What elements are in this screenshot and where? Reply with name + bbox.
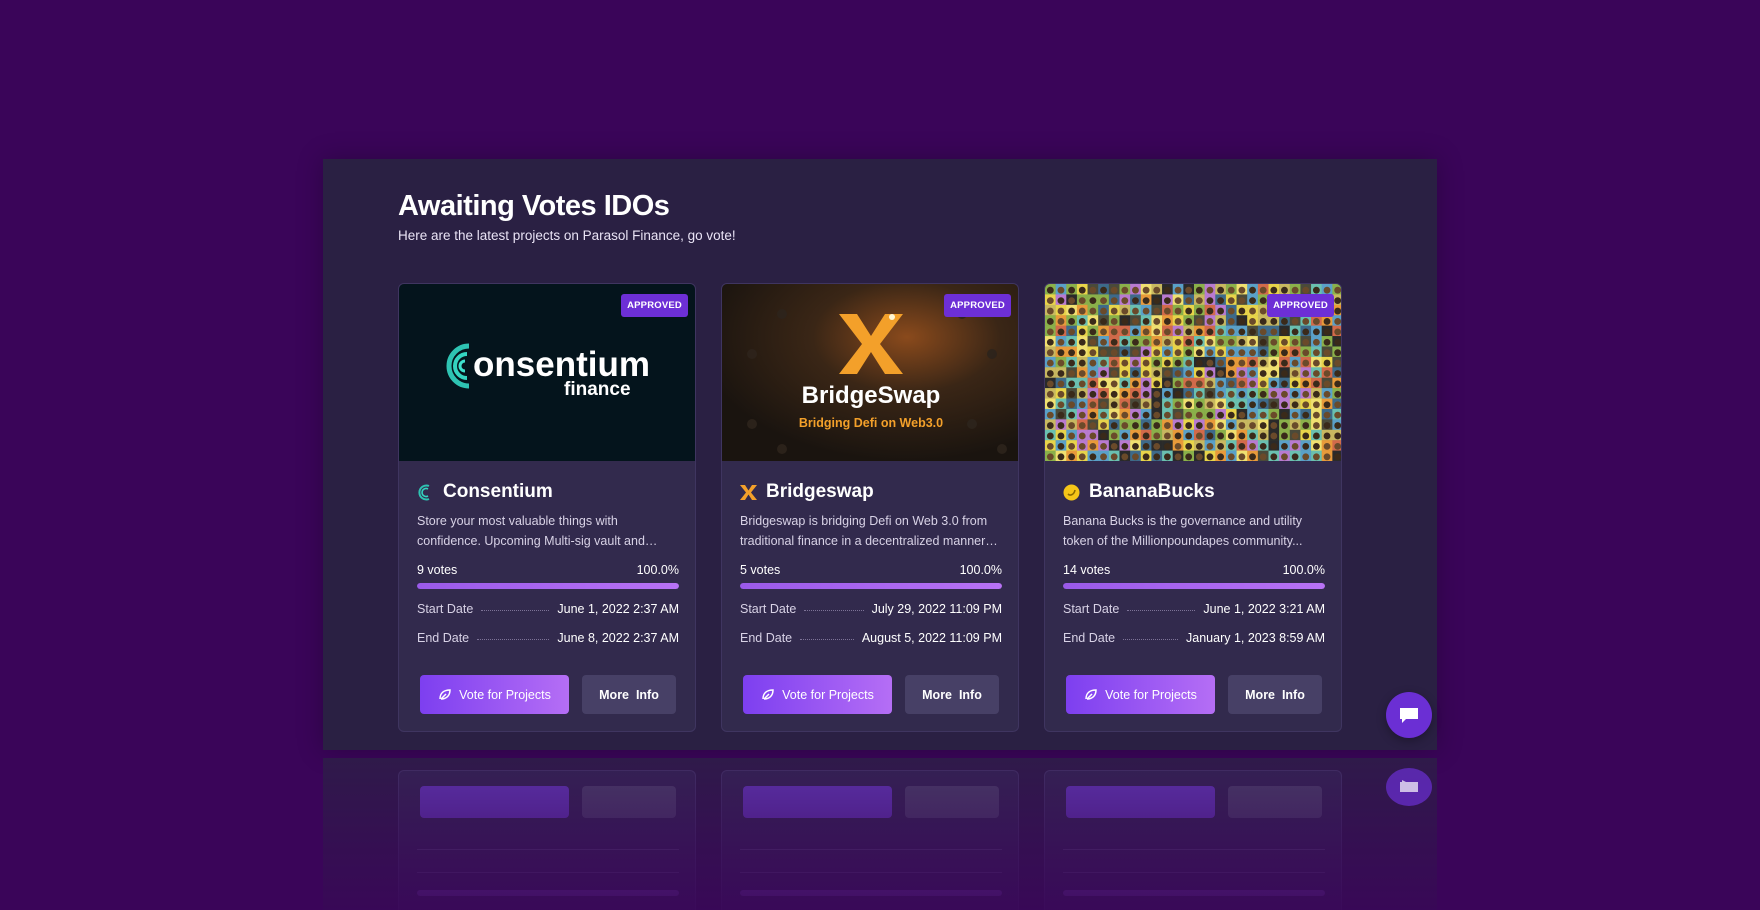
chat-button-reflection <box>1386 768 1432 806</box>
svg-text:finance: finance <box>564 379 631 400</box>
more-info-button[interactable]: More Info <box>905 675 999 714</box>
card-reflection <box>323 758 1437 910</box>
vote-percent: 100.0% <box>1282 563 1325 577</box>
project-header: Bridgeswap <box>740 481 874 503</box>
end-date-label: End Date <box>740 631 793 645</box>
vote-progress-bar <box>1063 583 1325 589</box>
parasol-icon <box>762 688 774 700</box>
awaiting-votes-section: Awaiting Votes IDOs Here are the latest … <box>323 159 1437 750</box>
more-info-button[interactable]: More Info <box>582 675 676 714</box>
reflection-fade <box>323 758 1437 910</box>
start-date-label: Start Date <box>1063 602 1120 616</box>
project-card[interactable]: BridgeSwap Bridging Defi on Web3.0 APPRO… <box>721 283 1019 732</box>
end-date-row: End Date August 5, 2022 11:09 PM <box>740 631 1002 645</box>
vote-percent: 100.0% <box>959 563 1002 577</box>
project-card[interactable]: onsentium finance APPROVED Consentium St… <box>398 283 696 732</box>
project-description: Store your most valuable things with con… <box>417 514 645 548</box>
project-header: Consentium <box>417 481 553 503</box>
more-info-button[interactable]: More Info <box>1228 675 1322 714</box>
vote-count: 5 votes <box>740 563 781 577</box>
section-subtitle: Here are the latest projects on Parasol … <box>398 228 736 243</box>
status-badge: APPROVED <box>621 294 688 317</box>
page: Awaiting Votes IDOs Here are the latest … <box>0 0 1760 910</box>
project-description: Bridgeswap is bridging Defi on Web 3.0 f… <box>740 514 988 548</box>
vote-button-label: Vote for Projects <box>459 687 551 702</box>
project-name: Bridgeswap <box>766 481 874 502</box>
end-date-row: End Date January 1, 2023 8:59 AM <box>1063 631 1325 645</box>
end-date-row: End Date June 8, 2022 2:37 AM <box>417 631 679 645</box>
vote-progress-bar <box>740 583 1002 589</box>
start-date-value: June 1, 2022 2:37 AM <box>557 602 679 616</box>
svg-text:Bridging Defi on Web3.0: Bridging Defi on Web3.0 <box>799 416 943 430</box>
vote-for-projects-button[interactable]: Vote for Projects <box>1066 675 1215 714</box>
start-date-label: Start Date <box>417 602 474 616</box>
votes-row: 9 votes 100.0% <box>417 563 679 577</box>
bridgeswap-logo-icon <box>740 484 757 501</box>
vote-progress-fill <box>417 583 679 589</box>
start-date-row: Start Date July 29, 2022 11:09 PM <box>740 602 1002 616</box>
chat-button[interactable] <box>1386 692 1432 738</box>
dotted-leader <box>804 609 864 611</box>
end-date-value: June 8, 2022 2:37 AM <box>557 631 679 645</box>
start-date-value: July 29, 2022 11:09 PM <box>871 602 1002 616</box>
start-date-row: Start Date June 1, 2022 2:37 AM <box>417 602 679 616</box>
vote-for-projects-button[interactable]: Vote for Projects <box>743 675 892 714</box>
end-date-value: January 1, 2023 8:59 AM <box>1186 631 1325 645</box>
project-card[interactable]: APPROVED BananaBucks Banana Bucks is the… <box>1044 283 1342 732</box>
start-date-value: June 1, 2022 3:21 AM <box>1203 602 1325 616</box>
section-title: Awaiting Votes IDOs <box>398 190 670 222</box>
chat-bubble-icon <box>1400 708 1418 723</box>
status-badge: APPROVED <box>944 294 1011 317</box>
vote-progress-bar <box>417 583 679 589</box>
vote-progress-fill <box>1063 583 1325 589</box>
vote-percent: 100.0% <box>636 563 679 577</box>
vote-button-label: Vote for Projects <box>1105 687 1197 702</box>
status-badge: APPROVED <box>1267 294 1334 317</box>
project-description: Banana Bucks is the governance and utili… <box>1063 514 1303 548</box>
project-banner-image: APPROVED <box>1045 284 1341 461</box>
votes-row: 5 votes 100.0% <box>740 563 1002 577</box>
svg-text:BridgeSwap: BridgeSwap <box>802 382 941 409</box>
vote-for-projects-button[interactable]: Vote for Projects <box>420 675 569 714</box>
end-date-value: August 5, 2022 11:09 PM <box>861 631 1002 645</box>
bananabucks-logo-icon <box>1063 484 1080 501</box>
dotted-leader <box>1123 638 1179 640</box>
project-banner-image: onsentium finance APPROVED <box>399 284 695 461</box>
dotted-leader <box>477 638 550 640</box>
dotted-leader <box>800 638 854 640</box>
project-name: Consentium <box>443 481 553 502</box>
dotted-leader <box>481 609 550 611</box>
votes-row: 14 votes 100.0% <box>1063 563 1325 577</box>
project-header: BananaBucks <box>1063 481 1215 503</box>
vote-count: 14 votes <box>1063 563 1111 577</box>
parasol-icon <box>439 688 451 700</box>
project-banner-image: BridgeSwap Bridging Defi on Web3.0 APPRO… <box>722 284 1018 461</box>
start-date-label: Start Date <box>740 602 797 616</box>
consentium-logo-icon <box>417 484 434 501</box>
parasol-icon <box>1085 688 1097 700</box>
end-date-label: End Date <box>1063 631 1116 645</box>
project-name: BananaBucks <box>1089 481 1215 502</box>
vote-progress-fill <box>740 583 1002 589</box>
dotted-leader <box>1127 609 1196 611</box>
vote-button-label: Vote for Projects <box>782 687 874 702</box>
end-date-label: End Date <box>417 631 470 645</box>
vote-count: 9 votes <box>417 563 458 577</box>
start-date-row: Start Date June 1, 2022 3:21 AM <box>1063 602 1325 616</box>
